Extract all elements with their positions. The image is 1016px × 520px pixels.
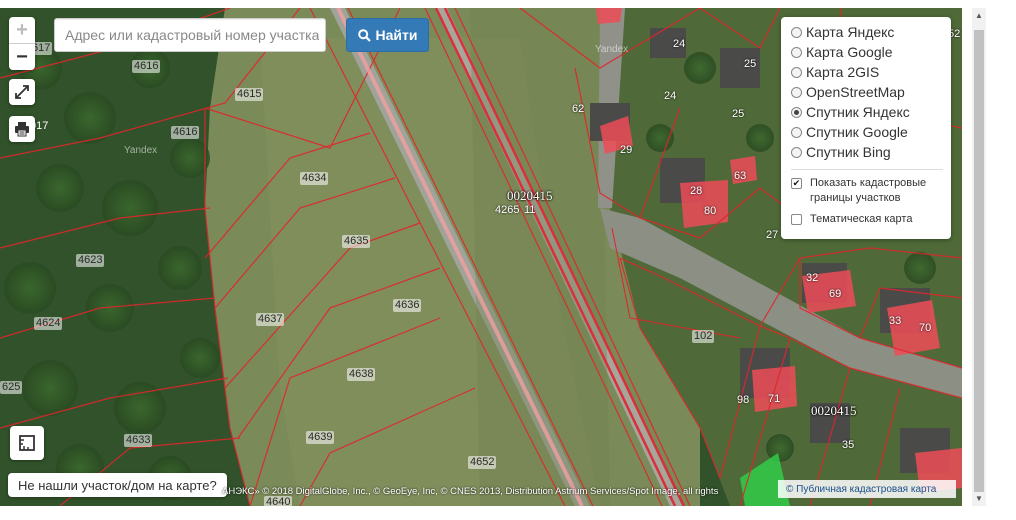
- scrollbar-thumb[interactable]: [974, 30, 984, 492]
- plot-label: 4616: [132, 60, 161, 73]
- search-icon: [357, 28, 371, 42]
- expand-icon: [15, 85, 29, 99]
- plot-label: 625: [0, 381, 23, 394]
- radio-button[interactable]: [791, 66, 802, 78]
- layer-option-label: Спутник Bing: [806, 144, 891, 160]
- layer-option-bing-satellite[interactable]: Спутник Bing: [791, 142, 943, 162]
- radio-button-selected[interactable]: [791, 106, 802, 118]
- house-number: 25: [732, 108, 745, 120]
- scroll-down-arrow-icon[interactable]: ▼: [975, 494, 983, 503]
- house-number: 63: [734, 170, 747, 182]
- divider: [791, 169, 943, 170]
- house-number: 24: [664, 90, 677, 102]
- not-found-button[interactable]: Не нашли участок/дом на карте?: [8, 473, 227, 497]
- layer-option-label: Спутник Google: [806, 124, 908, 140]
- layer-option-google-satellite[interactable]: Спутник Google: [791, 122, 943, 142]
- radio-button[interactable]: [791, 146, 802, 158]
- house-number: 27: [766, 229, 779, 241]
- plot-label: 11: [524, 204, 536, 216]
- map-attribution: АНЭКС» © 2018 DigitalGlobe, Inc., © GeoE…: [222, 486, 719, 497]
- scroll-up-arrow-icon[interactable]: ▲: [975, 11, 983, 20]
- plot-label: 4639: [306, 431, 335, 444]
- plot-label: 4633: [124, 434, 153, 447]
- ruler-icon: [19, 435, 35, 451]
- plot-label: 4635: [342, 235, 371, 248]
- measure-button[interactable]: [10, 426, 44, 460]
- plot-label: 4634: [300, 172, 329, 185]
- house-number: 80: [704, 205, 717, 217]
- quarter-label: 0020415: [811, 403, 857, 418]
- radio-button[interactable]: [791, 26, 802, 38]
- house-number: 62: [572, 103, 585, 115]
- house-number: 28: [690, 185, 703, 197]
- plot-label: 4623: [76, 254, 105, 267]
- house-number: 70: [919, 322, 932, 334]
- layer-option-label: OpenStreetMap: [806, 84, 905, 100]
- layer-option-label: Спутник Яндекс: [806, 104, 910, 120]
- plot-label: 4624: [34, 317, 63, 330]
- layer-option-yandex-map[interactable]: Карта Яндекс: [791, 22, 943, 42]
- radio-button[interactable]: [791, 46, 802, 58]
- layer-option-label: Карта 2GIS: [806, 64, 880, 80]
- print-button[interactable]: [9, 116, 35, 142]
- plot-label: 4265: [495, 204, 520, 216]
- layer-option-yandex-satellite[interactable]: Спутник Яндекс: [791, 102, 943, 122]
- layer-switcher-panel: Карта Яндекс Карта Google Карта 2GIS Ope…: [781, 17, 951, 239]
- plot-label: 4638: [347, 368, 376, 381]
- checkbox[interactable]: [791, 214, 802, 225]
- zoom-in-button[interactable]: +: [9, 17, 35, 44]
- show-cadastral-borders-toggle[interactable]: ✔ Показать кадастровые границы участков: [791, 176, 943, 206]
- vertical-scrollbar[interactable]: ▲ ▼: [972, 8, 986, 506]
- layer-option-2gis-map[interactable]: Карта 2GIS: [791, 62, 943, 82]
- quarter-label: 0020415: [507, 188, 553, 203]
- house-number: 98: [737, 394, 750, 406]
- find-button-label: Найти: [375, 27, 418, 43]
- plot-label: 4637: [256, 313, 285, 326]
- public-cadastral-map-link[interactable]: © Публичная кадастровая карта: [778, 480, 956, 498]
- radio-button[interactable]: [791, 86, 802, 98]
- map-watermark: Yandex: [595, 44, 629, 55]
- find-button[interactable]: Найти: [346, 18, 429, 52]
- plot-label: 4615: [235, 88, 264, 101]
- thematic-map-toggle[interactable]: Тематическая карта: [791, 212, 943, 227]
- plot-label: 4652: [468, 456, 497, 469]
- house-number: 69: [829, 288, 842, 300]
- layer-option-label: Карта Яндекс: [806, 24, 895, 40]
- printer-icon: [15, 122, 29, 137]
- checkbox-label: Тематическая карта: [810, 213, 913, 225]
- address-search-input[interactable]: [54, 18, 326, 52]
- map-watermark: Yandex: [124, 145, 158, 156]
- checkbox-checked[interactable]: ✔: [791, 178, 802, 189]
- plot-label: 4640: [264, 496, 293, 506]
- layer-option-google-map[interactable]: Карта Google: [791, 42, 943, 62]
- layer-option-label: Карта Google: [806, 44, 893, 60]
- plot-label: 4616: [171, 126, 200, 139]
- house-number: 29: [620, 144, 633, 156]
- layer-option-openstreetmap[interactable]: OpenStreetMap: [791, 82, 943, 102]
- plot-label: 4636: [393, 299, 422, 312]
- house-number: 33: [889, 315, 902, 327]
- house-number: 71: [768, 393, 781, 405]
- zoom-out-button[interactable]: −: [9, 44, 35, 70]
- plot-label: 102: [692, 330, 715, 343]
- checkbox-label: Показать кадастровые границы участков: [810, 177, 927, 204]
- radio-button[interactable]: [791, 126, 802, 138]
- house-number: 32: [806, 272, 819, 284]
- house-number: 35: [842, 439, 855, 451]
- house-number: 24: [673, 38, 686, 50]
- house-number: 25: [744, 58, 757, 70]
- zoom-control: + −: [9, 17, 35, 70]
- fullscreen-button[interactable]: [9, 79, 35, 105]
